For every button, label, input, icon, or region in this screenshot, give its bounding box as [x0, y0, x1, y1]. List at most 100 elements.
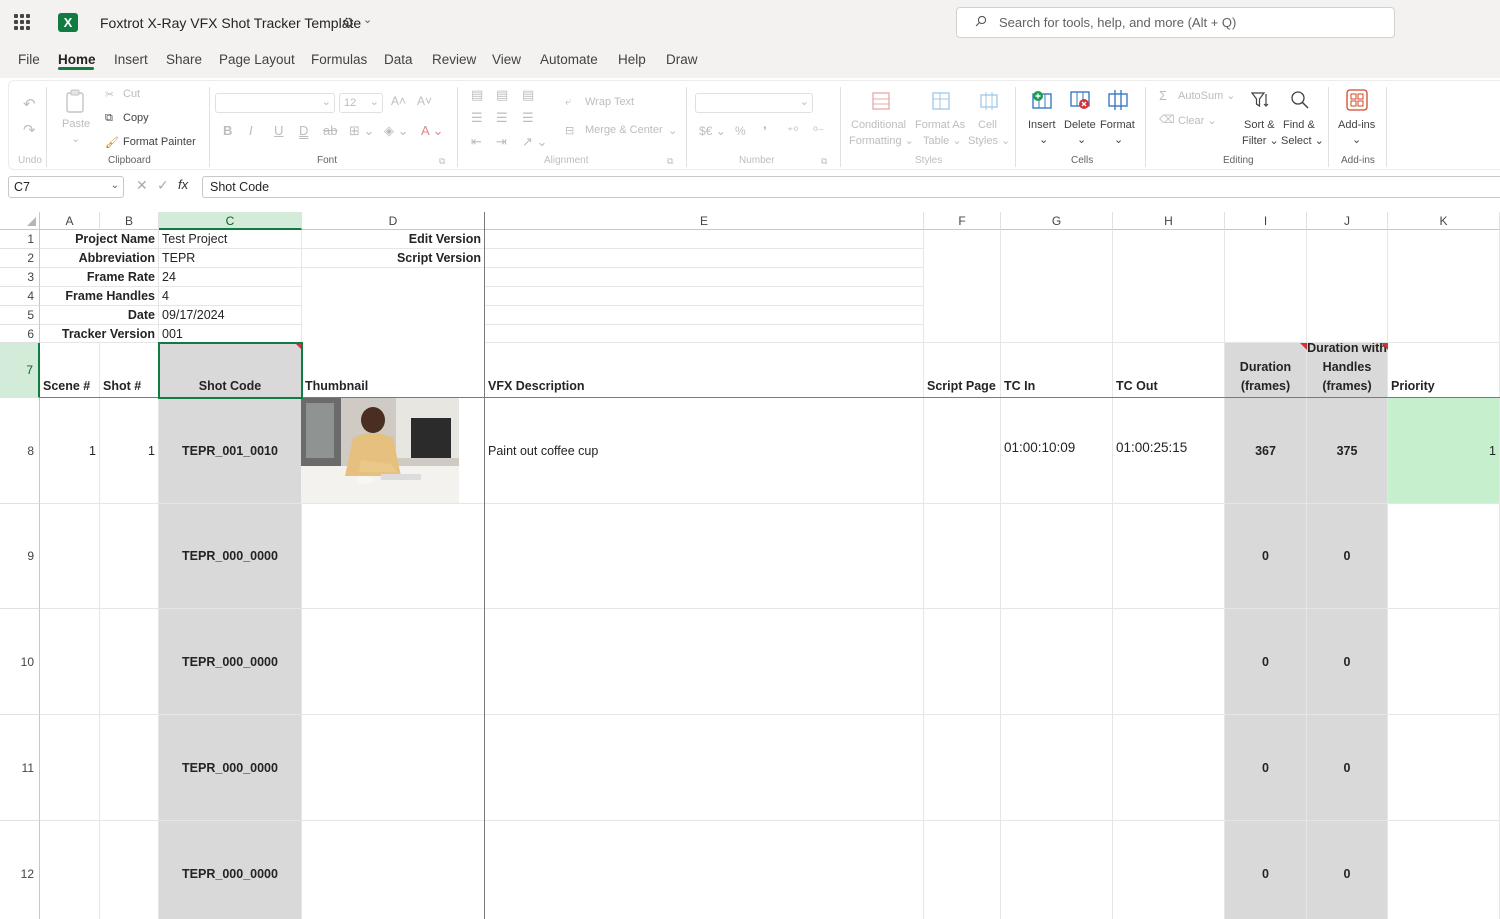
align-bottom-icon[interactable]: ▤: [522, 87, 534, 103]
vfx-description-cell[interactable]: [485, 609, 924, 715]
font-name-select[interactable]: ⌄: [215, 93, 335, 113]
autosum-button[interactable]: AutoSum ⌄: [1178, 89, 1236, 102]
row-header-11[interactable]: 11: [0, 715, 40, 821]
shot-cell[interactable]: [100, 821, 159, 919]
align-middle-icon[interactable]: ▤: [496, 87, 508, 103]
formula-input[interactable]: Shot Code: [202, 176, 1500, 198]
abbreviation-value[interactable]: TEPR: [159, 249, 302, 268]
tc-in-cell[interactable]: [1001, 504, 1113, 609]
frame-handles-value[interactable]: 4: [159, 287, 302, 306]
align-top-icon[interactable]: ▤: [471, 87, 483, 103]
header-thumbnail[interactable]: Thumbnail: [302, 343, 485, 398]
duration-cell[interactable]: 367: [1225, 398, 1307, 504]
vfx-description-cell[interactable]: [485, 821, 924, 919]
header-duration[interactable]: Duration (frames): [1225, 343, 1307, 398]
tc-out-cell[interactable]: [1113, 504, 1225, 609]
duration-cell[interactable]: 0: [1225, 715, 1307, 821]
thumbnail-cell[interactable]: [302, 821, 485, 919]
header-tc-out[interactable]: TC Out: [1113, 343, 1225, 398]
column-header-b[interactable]: B: [100, 212, 159, 230]
font-color-icon[interactable]: A ⌄: [421, 123, 443, 139]
column-header-h[interactable]: H: [1113, 212, 1225, 230]
column-header-f[interactable]: F: [924, 212, 1001, 230]
orientation-icon[interactable]: ↗ ⌄: [522, 134, 547, 150]
column-header-j[interactable]: J: [1307, 212, 1388, 230]
header-script-page[interactable]: Script Page: [924, 343, 1001, 398]
script-page-cell[interactable]: [924, 715, 1001, 821]
header-priority[interactable]: Priority: [1388, 343, 1500, 398]
format-as-table-button-line2[interactable]: Table ⌄: [923, 134, 962, 147]
find-select-button[interactable]: Find &: [1283, 119, 1315, 131]
column-header-i[interactable]: I: [1225, 212, 1307, 230]
name-box[interactable]: C7 ⌄: [8, 176, 124, 198]
shot-cell[interactable]: [100, 609, 159, 715]
script-page-cell[interactable]: [924, 609, 1001, 715]
row-header-10[interactable]: 10: [0, 609, 40, 715]
header-scene[interactable]: Scene #: [40, 343, 100, 398]
undo-icon[interactable]: ↶: [23, 95, 36, 113]
script-page-cell[interactable]: [924, 504, 1001, 609]
merge-chevron-icon[interactable]: ⌄: [668, 124, 677, 137]
search-input[interactable]: Search for tools, help, and more (Alt + …: [956, 7, 1395, 38]
cut-button[interactable]: Cut: [123, 88, 140, 100]
tc-out-cell[interactable]: [1113, 715, 1225, 821]
priority-cell[interactable]: [1388, 821, 1500, 919]
tab-view[interactable]: View: [492, 52, 521, 67]
app-launcher-icon[interactable]: [14, 14, 30, 30]
project-name-label[interactable]: Project Name: [40, 230, 159, 249]
merge-center-icon[interactable]: ⊟: [565, 124, 574, 137]
empty-cell[interactable]: [485, 230, 924, 249]
tab-review[interactable]: Review: [432, 52, 476, 67]
row-header-1[interactable]: 1: [0, 230, 40, 249]
active-cell-selection[interactable]: [158, 342, 303, 399]
cancel-icon[interactable]: ✕: [136, 177, 148, 194]
insert-function-button[interactable]: fx: [178, 177, 188, 192]
row-header-7[interactable]: 7: [0, 343, 40, 398]
decrease-indent-icon[interactable]: ⇤: [471, 134, 482, 150]
add-ins-chevron-icon[interactable]: ⌄: [1352, 133, 1361, 146]
row-header-9[interactable]: 9: [0, 504, 40, 609]
increase-decimal-icon[interactable]: ⁺⁰: [787, 124, 798, 138]
font-size-select[interactable]: 12 ⌄: [339, 93, 383, 113]
column-header-a[interactable]: A: [40, 212, 100, 230]
header-tc-in[interactable]: TC In: [1001, 343, 1113, 398]
increase-indent-icon[interactable]: ⇥: [496, 134, 507, 150]
thumbnail-cell[interactable]: [302, 609, 485, 715]
shot-cell[interactable]: 1: [100, 398, 159, 504]
tab-formulas[interactable]: Formulas: [311, 52, 367, 67]
abbreviation-label[interactable]: Abbreviation: [40, 249, 159, 268]
tab-draw[interactable]: Draw: [666, 52, 698, 67]
wrap-text-icon[interactable]: ⤶: [565, 96, 571, 109]
shot-cell[interactable]: [100, 715, 159, 821]
column-header-c[interactable]: C: [159, 212, 302, 230]
add-ins-icon[interactable]: [1346, 89, 1368, 111]
paste-chevron-icon[interactable]: ⌄: [71, 132, 80, 145]
frame-rate-value[interactable]: 24: [159, 268, 302, 287]
empty-cell[interactable]: [1225, 230, 1307, 343]
paste-button[interactable]: Paste: [62, 118, 90, 130]
cut-icon[interactable]: ✂: [105, 88, 114, 101]
empty-cell[interactable]: [1113, 230, 1225, 343]
find-select-button-line2[interactable]: Select ⌄: [1281, 134, 1324, 147]
comma-style-button[interactable]: ❜: [763, 124, 767, 138]
priority-cell[interactable]: [1388, 609, 1500, 715]
spreadsheet-grid[interactable]: A B C D E F G H I J K 1 2 3 4 5 6 7 8 9 …: [0, 212, 1500, 919]
cell-styles-icon[interactable]: [979, 91, 999, 111]
align-left-icon[interactable]: ☰: [471, 110, 483, 126]
select-all-button[interactable]: [0, 212, 40, 230]
copy-icon[interactable]: ⧉: [105, 112, 113, 125]
scene-cell[interactable]: [40, 504, 100, 609]
tc-out-cell[interactable]: [1113, 609, 1225, 715]
tab-insert[interactable]: Insert: [114, 52, 148, 67]
tc-in-cell[interactable]: [1001, 609, 1113, 715]
delete-chevron-icon[interactable]: ⌄: [1077, 133, 1086, 146]
sort-filter-button-line2[interactable]: Filter ⌄: [1242, 134, 1279, 147]
tc-in-cell[interactable]: [1001, 715, 1113, 821]
duration-cell[interactable]: 0: [1225, 609, 1307, 715]
delete-cells-icon[interactable]: [1069, 89, 1091, 111]
format-painter-button[interactable]: Format Painter: [123, 136, 196, 148]
row-header-8[interactable]: 8: [0, 398, 40, 504]
chevron-down-icon[interactable]: ⌄: [111, 180, 119, 191]
row-header-5[interactable]: 5: [0, 306, 40, 325]
column-header-e[interactable]: E: [485, 212, 924, 230]
